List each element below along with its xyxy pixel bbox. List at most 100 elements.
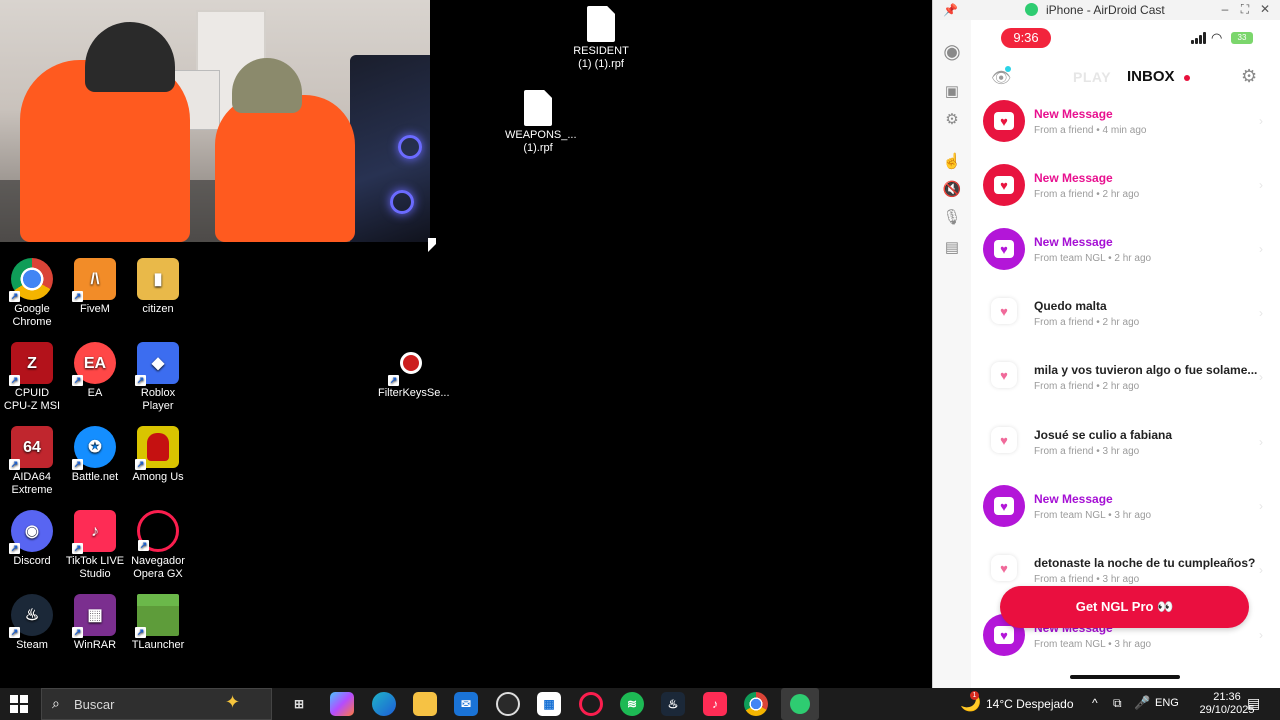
inbox-unread-dot <box>1184 75 1190 81</box>
tab-inbox[interactable]: INBOX <box>1127 68 1175 85</box>
get-ngl-pro-button[interactable]: Get NGL Pro 👀 <box>1000 586 1249 628</box>
tiktok-live-icon[interactable]: ♪ <box>703 692 727 716</box>
among-us-icon: ↗ <box>135 426 179 470</box>
desktop-icon-cpuz[interactable]: Z ↗ CPUID CPU-Z MSI <box>0 342 64 413</box>
chevron-right-icon: › <box>1259 435 1263 449</box>
home-indicator[interactable] <box>1070 675 1180 679</box>
message-meta: From a friend • 3 hr ago <box>1034 574 1140 585</box>
copilot-icon[interactable] <box>330 692 354 716</box>
pin-icon[interactable]: 📌 <box>943 3 958 17</box>
heart-icon: ♥ <box>991 427 1017 453</box>
weather-text[interactable]: 14°C Despejado <box>986 697 1074 711</box>
start-button[interactable] <box>10 695 28 713</box>
desktop-icon-battlenet[interactable]: ✪ ↗ Battle.net <box>63 426 127 484</box>
desktop-file-weapons[interactable]: WEAPONS_... (1).rpf <box>505 90 577 155</box>
file-explorer-icon[interactable] <box>413 692 437 716</box>
desktop-icon-steam[interactable]: ♨ ↗ Steam <box>0 594 64 652</box>
mic-mute-icon[interactable]: 🎙 <box>942 208 962 228</box>
airdroid-logo-icon <box>1025 3 1038 16</box>
discord-icon: ◉ ↗ <box>9 510 53 554</box>
desktop-icon-citizen[interactable]: ▮ citizen <box>126 258 190 316</box>
heart-icon: ♥ <box>991 298 1017 324</box>
airdroid-sidebar: ◉ ▣ ⚙ ☝ 🔇 🎙 ▤ <box>933 20 971 688</box>
notification-center-icon[interactable]: ▤ <box>1247 695 1260 712</box>
edge-icon[interactable] <box>372 692 396 716</box>
store-icon[interactable]: ▦ <box>537 692 561 716</box>
chevron-right-icon: › <box>1259 499 1263 513</box>
desktop-icon-filterkeys[interactable]: ↗ FilterKeysSe... <box>378 342 450 400</box>
opera-gx-icon[interactable] <box>579 692 603 716</box>
desktop-icon-label: FiveM <box>80 303 110 315</box>
gear-icon[interactable]: ⚙ <box>1241 66 1257 87</box>
outlook-icon[interactable]: ✉ <box>454 692 478 716</box>
spotify-icon[interactable]: ≋ <box>620 692 644 716</box>
desktop-icon-tlauncher[interactable]: ↗ TLauncher <box>126 594 190 652</box>
speaker-mute-icon[interactable]: 🔇 <box>942 180 962 200</box>
screen-mirror-icon[interactable]: ▣ <box>942 82 962 102</box>
desktop-icon-among-us[interactable]: ↗ Among Us <box>126 426 190 484</box>
file-transfer-icon[interactable]: ▤ <box>942 238 962 258</box>
message-meta: From a friend • 4 min ago <box>1034 125 1147 136</box>
device-tray-icon[interactable]: ⧉ <box>1113 696 1122 711</box>
message-item[interactable]: ♥ New Message From a friend • 4 min ago … <box>971 100 1280 164</box>
steam-icon: ♨ ↗ <box>9 594 53 638</box>
minimize-button[interactable]: – <box>1217 2 1233 16</box>
phone-screen: 9:36 ◠ 33 👁 PLAY INBOX ⚙ ♥ New Message F… <box>971 20 1280 688</box>
microphone-icon[interactable]: 🎤 <box>1134 695 1150 711</box>
desktop-icon-aida64[interactable]: 64 ↗ AIDA64 Extreme <box>0 426 64 497</box>
message-item[interactable]: ♥ Quedo malta From a friend • 2 hr ago › <box>971 292 1280 356</box>
message-item[interactable]: ♥ Josué se culio a fabiana From a friend… <box>971 421 1280 485</box>
task-view-icon[interactable]: ⊞ <box>287 692 311 716</box>
airdroid-window: 📌 iPhone - AirDroid Cast – ⛶ ✕ ◉ ▣ ⚙ ☝ 🔇… <box>932 0 1280 688</box>
airdroid-icon <box>790 694 810 714</box>
battlenet-icon: ✪ ↗ <box>72 426 116 470</box>
close-button[interactable]: ✕ <box>1257 2 1273 16</box>
desktop-icon-tiktok-live[interactable]: ♪ ↗ TikTok LIVE Studio <box>63 510 127 581</box>
obs-icon[interactable] <box>496 692 520 716</box>
tab-play[interactable]: PLAY <box>1073 69 1111 85</box>
desktop-icon-label: TLauncher <box>131 639 185 651</box>
ngl-header: 👁 PLAY INBOX ⚙ <box>971 66 1280 90</box>
desktop-icon-label: Among Us <box>132 471 184 483</box>
chevron-right-icon: › <box>1259 178 1263 192</box>
search-box[interactable]: ⌕ Buscar ✦ <box>41 688 272 720</box>
heart-avatar-icon: ♥ <box>983 228 1025 270</box>
message-item[interactable]: ♥ New Message From team NGL • 2 hr ago › <box>971 228 1280 292</box>
message-meta: From team NGL • 3 hr ago <box>1034 639 1152 650</box>
battery-indicator: 33 <box>1231 32 1253 44</box>
chevron-up-icon[interactable]: ^ <box>1092 696 1098 710</box>
steam-icon[interactable]: ♨ <box>661 692 685 716</box>
roblox-icon: ◆ ↗ <box>135 342 179 386</box>
desktop-icon-winrar[interactable]: ▦ ↗ WinRAR <box>63 594 127 652</box>
airdroid-taskbar-button[interactable] <box>781 688 819 720</box>
chevron-right-icon: › <box>1259 242 1263 256</box>
message-title: Quedo malta <box>1034 299 1107 313</box>
ea-icon: EA ↗ <box>72 342 116 386</box>
desktop-icon-fivem[interactable]: /\ ↗ FiveM <box>63 258 127 316</box>
window-titlebar[interactable]: 📌 iPhone - AirDroid Cast – ⛶ ✕ <box>933 0 1280 20</box>
phone-time: 9:36 <box>1001 28 1051 48</box>
message-item[interactable]: ♥ New Message From team NGL • 3 hr ago › <box>971 485 1280 549</box>
touch-control-icon[interactable]: ☝ <box>942 152 962 172</box>
message-item[interactable]: ♥ mila y vos tuvieron algo o fue solame.… <box>971 356 1280 420</box>
account-icon[interactable]: ◉ <box>942 42 962 62</box>
desktop-icon-google-chrome[interactable]: ↗ Google Chrome <box>0 258 64 329</box>
message-item[interactable]: ♥ New Message From a friend • 2 hr ago › <box>971 164 1280 228</box>
desktop-icon-label: Google Chrome <box>12 303 52 328</box>
chevron-right-icon: › <box>1259 114 1263 128</box>
message-title: Josué se culio a fabiana <box>1034 428 1173 442</box>
desktop-file-resident[interactable]: RESIDENT (1) (1).rpf <box>568 6 634 71</box>
desktop-icon-opera-gx[interactable]: ↗ Navegador Opera GX <box>126 510 190 581</box>
heart-icon: ♥ <box>991 555 1017 581</box>
desktop-icon-ea[interactable]: EA ↗ EA <box>63 342 127 400</box>
desktop-icon-roblox[interactable]: ◆ ↗ Roblox Player <box>126 342 190 413</box>
settings-gear-icon[interactable]: ⚙ <box>942 110 962 130</box>
maximize-button[interactable]: ⛶ <box>1237 2 1253 17</box>
chrome-icon[interactable] <box>744 692 768 716</box>
language-indicator[interactable]: ENG <box>1155 697 1179 709</box>
wifi-icon: ◠ <box>1211 30 1223 45</box>
desktop-icon-discord[interactable]: ◉ ↗ Discord <box>0 510 64 568</box>
heart-avatar-icon: ♥ <box>983 100 1025 142</box>
message-title: New Message <box>1034 492 1113 506</box>
heart-icon: ♥ <box>991 362 1017 388</box>
